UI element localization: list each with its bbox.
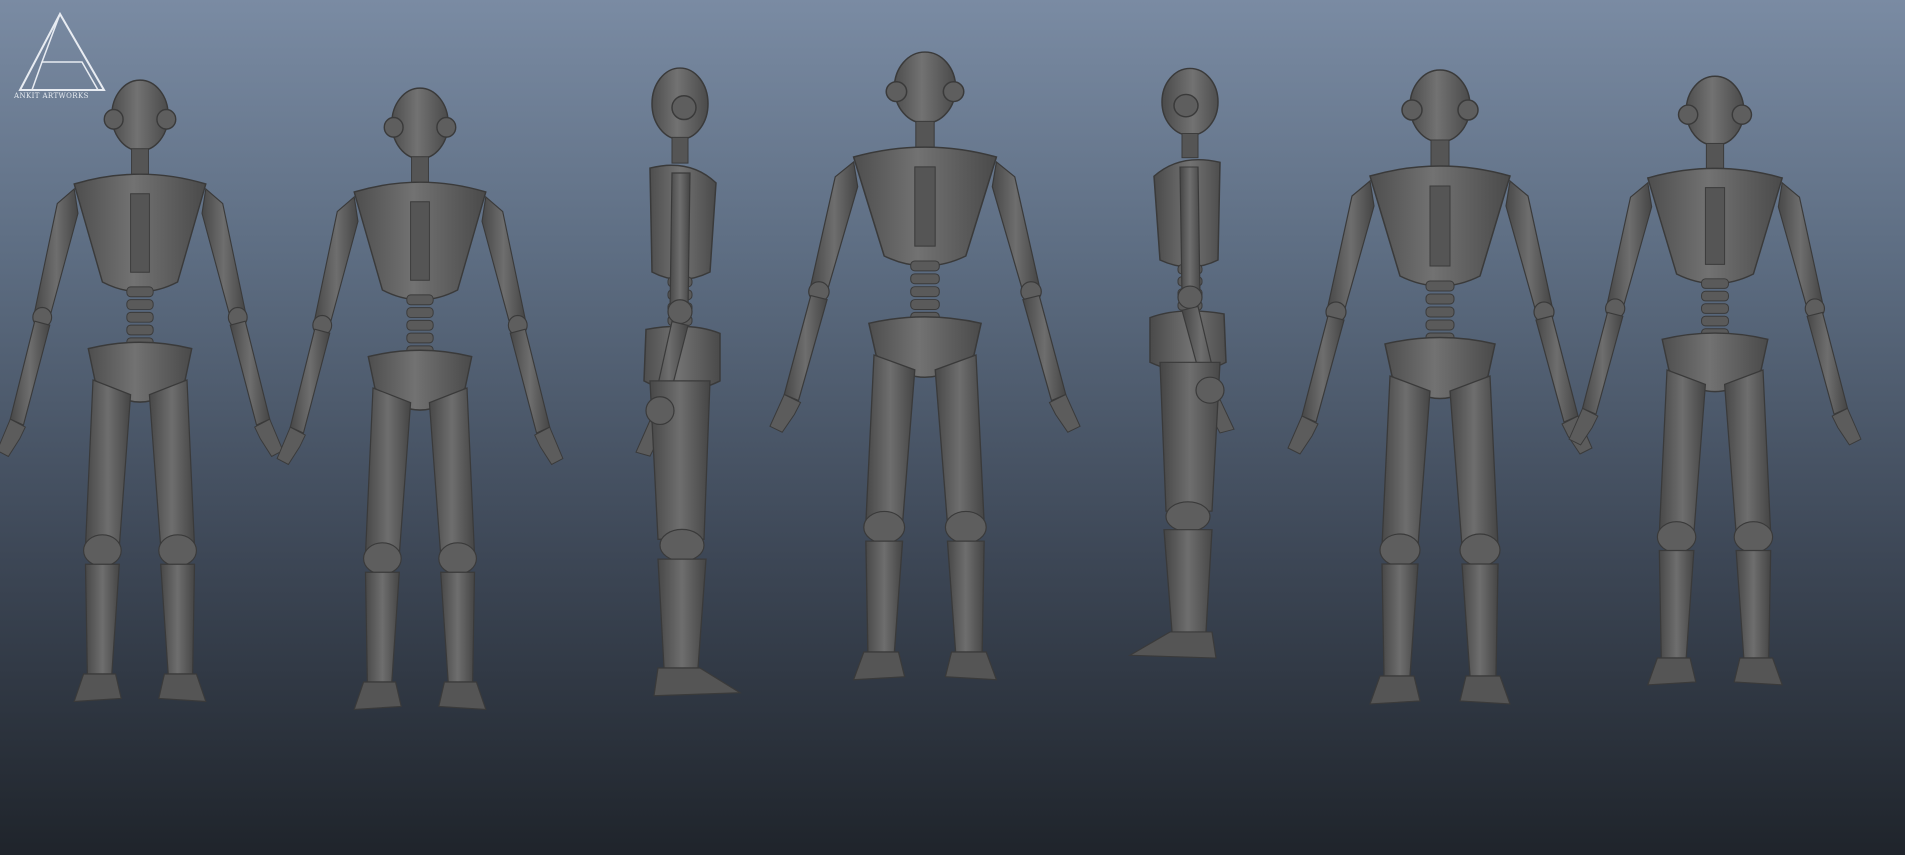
figure-view-three-quarter-front-right bbox=[1568, 75, 1862, 686]
character-turnaround bbox=[0, 51, 1862, 711]
figure-view-side-left bbox=[1129, 67, 1235, 659]
viewport[interactable]: ANKIT ARTWORKS bbox=[0, 0, 1905, 855]
figure-view-three-quarter-back-left bbox=[276, 87, 564, 711]
figure-view-side-right bbox=[635, 67, 741, 697]
figure-view-three-quarter-back-right bbox=[1287, 69, 1593, 705]
figure-view-three-quarter-front-left bbox=[0, 79, 284, 703]
figure-view-front bbox=[769, 51, 1081, 681]
